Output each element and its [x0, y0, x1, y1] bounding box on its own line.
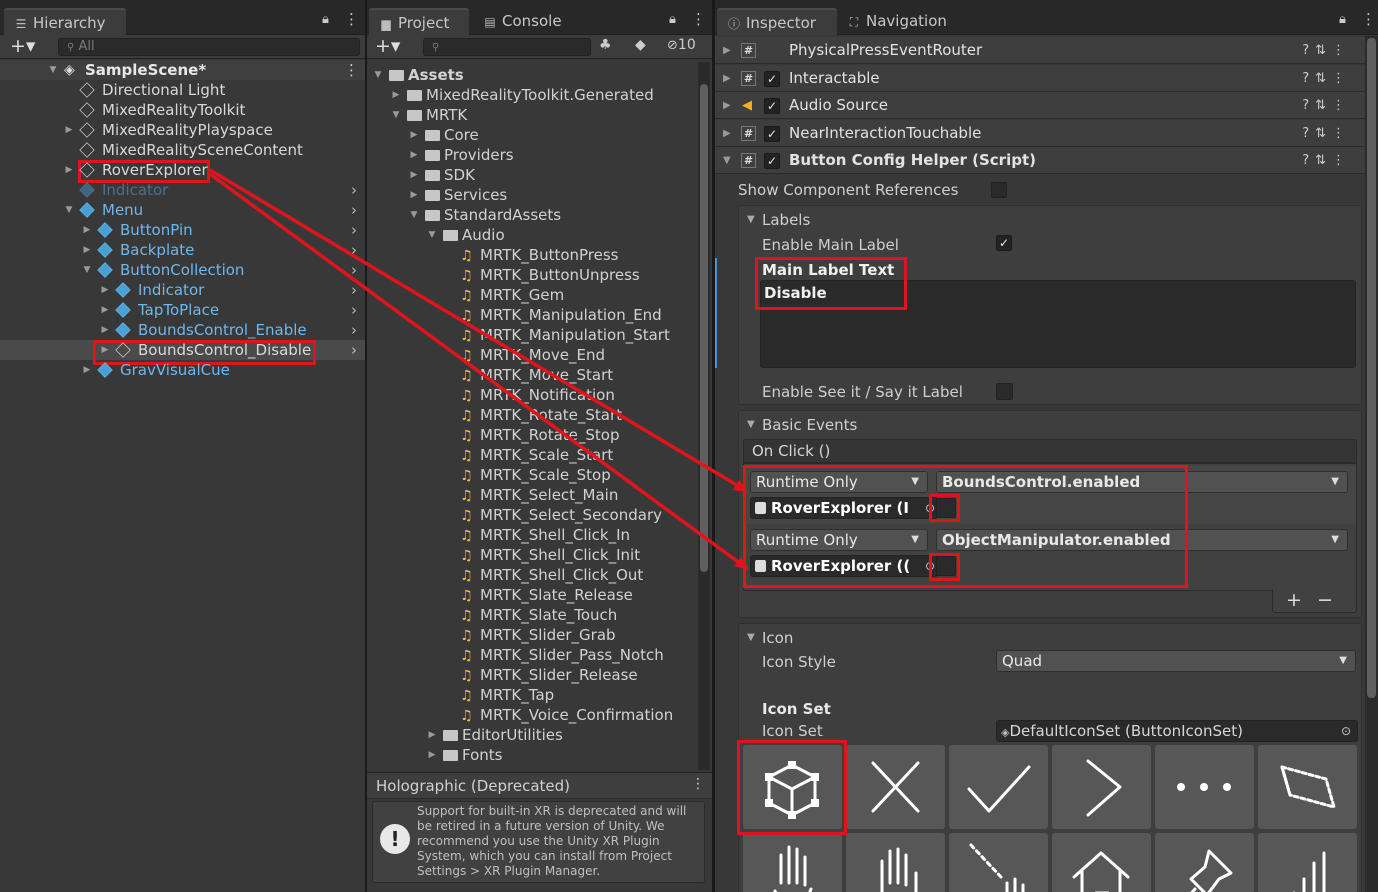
- hierarchy-item-label: MixedRealityToolkit: [102, 101, 246, 119]
- open-prefab-chevron-icon[interactable]: ›: [351, 200, 357, 220]
- prefab-icon: [97, 242, 113, 258]
- hierarchy-item-label: ButtonCollection: [120, 261, 245, 279]
- hierarchy-item-label: Backplate: [120, 241, 195, 259]
- prefab-icon: [97, 222, 113, 238]
- hierarchy-item[interactable]: ▶ BoundsControl_Disable ›: [0, 340, 365, 360]
- prefab-icon: [115, 302, 131, 318]
- expand-arrow-icon[interactable]: ▶: [100, 305, 110, 315]
- hierarchy-item[interactable]: Directional Light: [0, 80, 365, 100]
- hierarchy-item-label: Menu: [102, 201, 144, 219]
- gameobject-icon: [79, 82, 95, 98]
- hierarchy-item[interactable]: ▶ ButtonPin ›: [0, 220, 365, 240]
- gameobject-icon: [115, 342, 131, 358]
- open-prefab-chevron-icon[interactable]: ›: [351, 260, 357, 280]
- hierarchy-item[interactable]: MixedRealityToolkit: [0, 100, 365, 120]
- hierarchy-item-label: TapToPlace: [138, 301, 220, 319]
- open-prefab-chevron-icon[interactable]: ›: [351, 280, 357, 300]
- expand-arrow-icon[interactable]: ▶: [100, 345, 110, 355]
- hierarchy-item[interactable]: MixedRealitySceneContent: [0, 140, 365, 160]
- gameobject-icon: [79, 102, 95, 118]
- hierarchy-item-label: Directional Light: [102, 81, 226, 99]
- expand-arrow-icon[interactable]: ▶: [64, 125, 74, 135]
- hierarchy-item-label: RoverExplorer: [102, 161, 208, 179]
- hierarchy-item-label: GravVisualCue: [120, 361, 230, 379]
- collapse-arrow-icon[interactable]: ▼: [64, 205, 74, 215]
- hierarchy-item[interactable]: ▶ BoundsControl_Enable ›: [0, 320, 365, 340]
- gameobject-icon: [79, 122, 95, 138]
- prefab-icon: [97, 362, 113, 378]
- hierarchy-item-label: Indicator: [102, 181, 169, 199]
- prefab-icon: [79, 202, 95, 218]
- collapse-arrow-icon[interactable]: ▼: [82, 265, 92, 275]
- prefab-icon: [79, 182, 95, 198]
- hierarchy-item-label: MixedRealityPlayspace: [102, 121, 273, 139]
- open-prefab-chevron-icon[interactable]: ›: [351, 320, 357, 340]
- hierarchy-item-label: BoundsControl_Disable: [138, 341, 312, 359]
- hierarchy-item-label: BoundsControl_Enable: [138, 321, 307, 339]
- open-prefab-chevron-icon[interactable]: ›: [351, 300, 357, 320]
- expand-arrow-icon[interactable]: ▶: [100, 325, 110, 335]
- expand-arrow-icon[interactable]: ▶: [82, 365, 92, 375]
- hierarchy-item-label: Indicator: [138, 281, 205, 299]
- open-prefab-chevron-icon[interactable]: ›: [351, 220, 357, 240]
- hierarchy-item-label: ButtonPin: [120, 221, 193, 239]
- prefab-icon: [115, 282, 131, 298]
- open-prefab-chevron-icon[interactable]: ›: [351, 240, 357, 260]
- hierarchy-item[interactable]: ▶ TapToPlace ›: [0, 300, 365, 320]
- expand-arrow-icon[interactable]: ▶: [82, 245, 92, 255]
- gameobject-icon: [79, 142, 95, 158]
- expand-arrow-icon[interactable]: ▶: [82, 225, 92, 235]
- expand-arrow-icon[interactable]: ▶: [100, 285, 110, 295]
- open-prefab-chevron-icon[interactable]: ›: [351, 180, 357, 200]
- expand-arrow-icon[interactable]: ▶: [64, 165, 74, 175]
- prefab-icon: [115, 322, 131, 338]
- hierarchy-item[interactable]: ▶ Backplate ›: [0, 240, 365, 260]
- open-prefab-chevron-icon[interactable]: ›: [351, 340, 357, 360]
- hierarchy-item[interactable]: ▶ Indicator ›: [0, 280, 365, 300]
- prefab-icon: [97, 262, 113, 278]
- hierarchy-item[interactable]: ▶ MixedRealityPlayspace: [0, 120, 365, 140]
- hierarchy-item[interactable]: ▶ GravVisualCue: [0, 360, 365, 380]
- hierarchy-item[interactable]: ▼ ButtonCollection ›: [0, 260, 365, 280]
- hierarchy-item-label: MixedRealitySceneContent: [102, 141, 303, 159]
- hierarchy-item[interactable]: ▶ RoverExplorer: [0, 160, 365, 180]
- hierarchy-item[interactable]: ▼ Menu ›: [0, 200, 365, 220]
- hierarchy-item[interactable]: Indicator ›: [0, 180, 365, 200]
- gameobject-icon: [79, 162, 95, 178]
